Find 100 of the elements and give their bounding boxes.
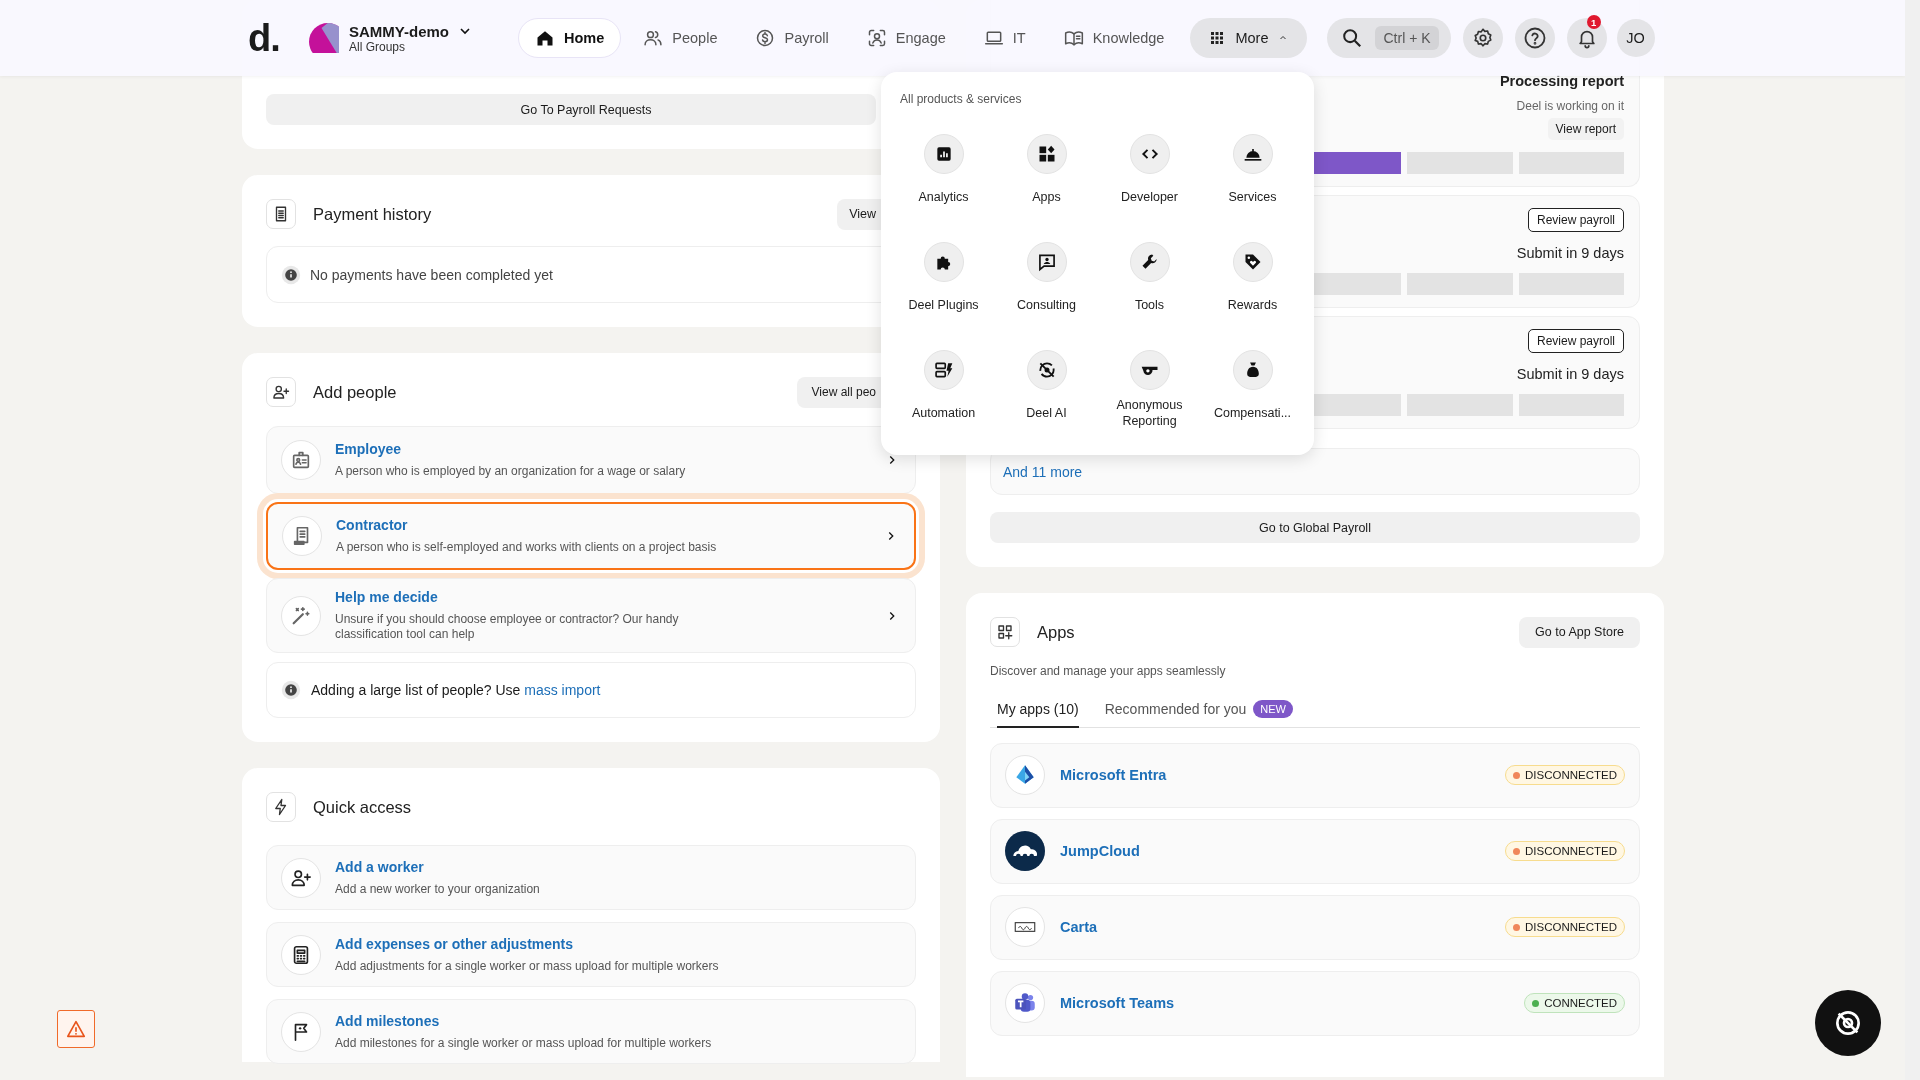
people-icon: [643, 28, 664, 48]
dollar-circle-icon: [755, 28, 776, 48]
info-icon: [281, 264, 301, 285]
app-row[interactable]: Microsoft Entra DISCONNECTED: [990, 742, 1640, 808]
action-title: Add a worker: [335, 858, 425, 875]
card-title: Apps: [1037, 622, 1075, 642]
menu-item[interactable]: Developer: [1098, 134, 1201, 213]
menu-item[interactable]: Apps: [995, 134, 1098, 213]
option-description: A person who is self-employed and works with clients on a project basis: [336, 540, 717, 555]
cycle-detail: Deel is working on it: [1516, 99, 1624, 113]
menu-item[interactable]: Tools: [1098, 242, 1201, 321]
empty-message: No payments have been completed yet: [310, 266, 553, 283]
card-subtitle: Discover and manage your apps seamlessly: [990, 664, 1227, 678]
card-title: Payment history: [313, 204, 432, 224]
status-badge: DISCONNECTED: [1505, 765, 1625, 785]
nav-tab[interactable]: Home: [518, 18, 622, 58]
logo: d.: [248, 16, 281, 60]
settings-button[interactable]: [1462, 18, 1503, 58]
tab[interactable]: My apps (10): [997, 700, 1079, 728]
menu-item[interactable]: Deel AI: [995, 350, 1098, 429]
review-payroll-button[interactable]: Review payroll: [1527, 329, 1624, 353]
notification-badge: 1: [1586, 15, 1601, 29]
book-icon: [1063, 28, 1084, 48]
review-payroll-button[interactable]: Review payroll: [1527, 208, 1624, 232]
action-description: Add adjustments for a single worker or mass upload for multiple workers: [335, 958, 719, 974]
menu-item[interactable]: Deel Plugins: [892, 242, 995, 321]
menu-item[interactable]: Rewards: [1201, 242, 1304, 321]
option-description: Unsure if you should choose employee or contractor? Our handy classification tool can help: [335, 612, 680, 642]
search-icon: [1341, 27, 1364, 49]
organization-avatar-icon: [309, 23, 339, 53]
action-title: Add expenses or other adjustments: [335, 935, 575, 952]
organization-name: SAMMY-demo: [349, 22, 449, 40]
more-link[interactable]: And 11 more: [1003, 463, 1083, 480]
app-name: JumpCloud: [1060, 843, 1140, 859]
help-button[interactable]: [1514, 18, 1555, 58]
shortcut-hint: Ctrl + K: [1375, 26, 1439, 50]
menu-item[interactable]: Consulting: [995, 242, 1098, 321]
option-row[interactable]: Help me decide Unsure if you should choose employee or contractor? Our handy classification tool can help: [266, 578, 916, 653]
nav-tab[interactable]: People: [627, 18, 734, 58]
organization-subtitle: All Groups: [349, 39, 407, 54]
automation-icon: [933, 360, 954, 380]
status-badge: DISCONNECTED: [1505, 841, 1625, 861]
menu-heading: All products & services: [900, 92, 1023, 106]
option-title: Help me decide: [335, 589, 439, 605]
app-name: Microsoft Entra: [1060, 767, 1167, 783]
more-button[interactable]: More: [1190, 18, 1308, 58]
nav-tab[interactable]: Engage: [850, 18, 962, 58]
help-icon: [1522, 26, 1547, 50]
info-icon: [281, 680, 301, 700]
app-name: Carta: [1060, 919, 1098, 935]
menu-item[interactable]: Anonymous Reporting: [1098, 350, 1201, 429]
option-description: A person who is employed by an organization for a wage or salary: [335, 464, 686, 479]
nav-tab[interactable]: IT: [967, 18, 1042, 58]
nav-tab[interactable]: Payroll: [739, 18, 845, 58]
magic-wand-icon: [290, 604, 312, 627]
tab[interactable]: Recommended for you NEW: [1104, 700, 1293, 728]
cloud-logo-icon: [1005, 831, 1045, 871]
payroll-requests-button[interactable]: Go To Payroll Requests: [266, 94, 876, 125]
app-name: Microsoft Teams: [1060, 995, 1175, 1011]
menu-item[interactable]: Services: [1201, 134, 1304, 213]
cycle-status: Processing report: [1499, 73, 1624, 89]
app-store-button[interactable]: Go to App Store: [1519, 616, 1640, 648]
new-badge: NEW: [1253, 700, 1293, 718]
cycle-status: Submit in 9 days: [1516, 245, 1624, 261]
person-frame-icon: [866, 28, 887, 48]
apps-grid-glyph: [996, 623, 1014, 641]
view-report-button[interactable]: View report: [1547, 118, 1624, 140]
app-row[interactable]: Microsoft Teams CONNECTED: [990, 970, 1640, 1036]
quick-action-row[interactable]: Add a worker Add a new worker to your organization: [266, 845, 916, 910]
user-avatar[interactable]: JO: [1616, 19, 1655, 57]
cycle-status: Submit in 9 days: [1516, 366, 1624, 382]
action-title: Add milestones: [335, 1012, 441, 1029]
quick-action-row[interactable]: Add milestones Add milestones for a single worker or mass upload for multiple workers: [266, 999, 916, 1064]
search-field[interactable]: Ctrl + K: [1327, 18, 1451, 58]
status-badge: CONNECTED: [1524, 993, 1625, 1013]
quick-action-row[interactable]: Add expenses or other adjustments Add adjustments for a single worker or mass upload for multiple workers: [266, 922, 916, 987]
option-row[interactable]: Employee A person who is employed by an organization for a wage or salary: [266, 426, 916, 494]
person-plus-glyph: [272, 383, 290, 401]
nav-tab[interactable]: Knowledge: [1047, 18, 1181, 58]
laptop-icon: [983, 28, 1004, 48]
warning-icon: [65, 1018, 87, 1040]
app-row[interactable]: Carta DISCONNECTED: [990, 894, 1640, 960]
status-badge: DISCONNECTED: [1505, 917, 1625, 937]
settings-icon: [1471, 27, 1494, 49]
mass-import-link[interactable]: mass import: [524, 682, 601, 698]
app-row[interactable]: JumpCloud DISCONNECTED: [990, 818, 1640, 884]
option-title: Contractor: [336, 517, 409, 533]
card-title: Add people: [313, 382, 397, 402]
note-text: Adding a large list of people? Use mass import: [311, 682, 601, 698]
notifications-button[interactable]: 1: [1566, 18, 1607, 58]
card-title: Quick access: [313, 797, 412, 817]
chat-person-icon: [1036, 252, 1057, 272]
id-badge-icon: [290, 449, 312, 471]
option-title: Employee: [335, 441, 403, 457]
target-icon: [1036, 360, 1057, 380]
action-description: Add milestones for a single worker or mass upload for multiple workers: [335, 1035, 712, 1051]
menu-item[interactable]: Compensati...: [1201, 350, 1304, 429]
action-description: Add a new worker to your organization: [335, 881, 540, 897]
warning-button[interactable]: [57, 1010, 95, 1048]
global-payroll-button[interactable]: Go to Global Payroll: [990, 512, 1640, 543]
